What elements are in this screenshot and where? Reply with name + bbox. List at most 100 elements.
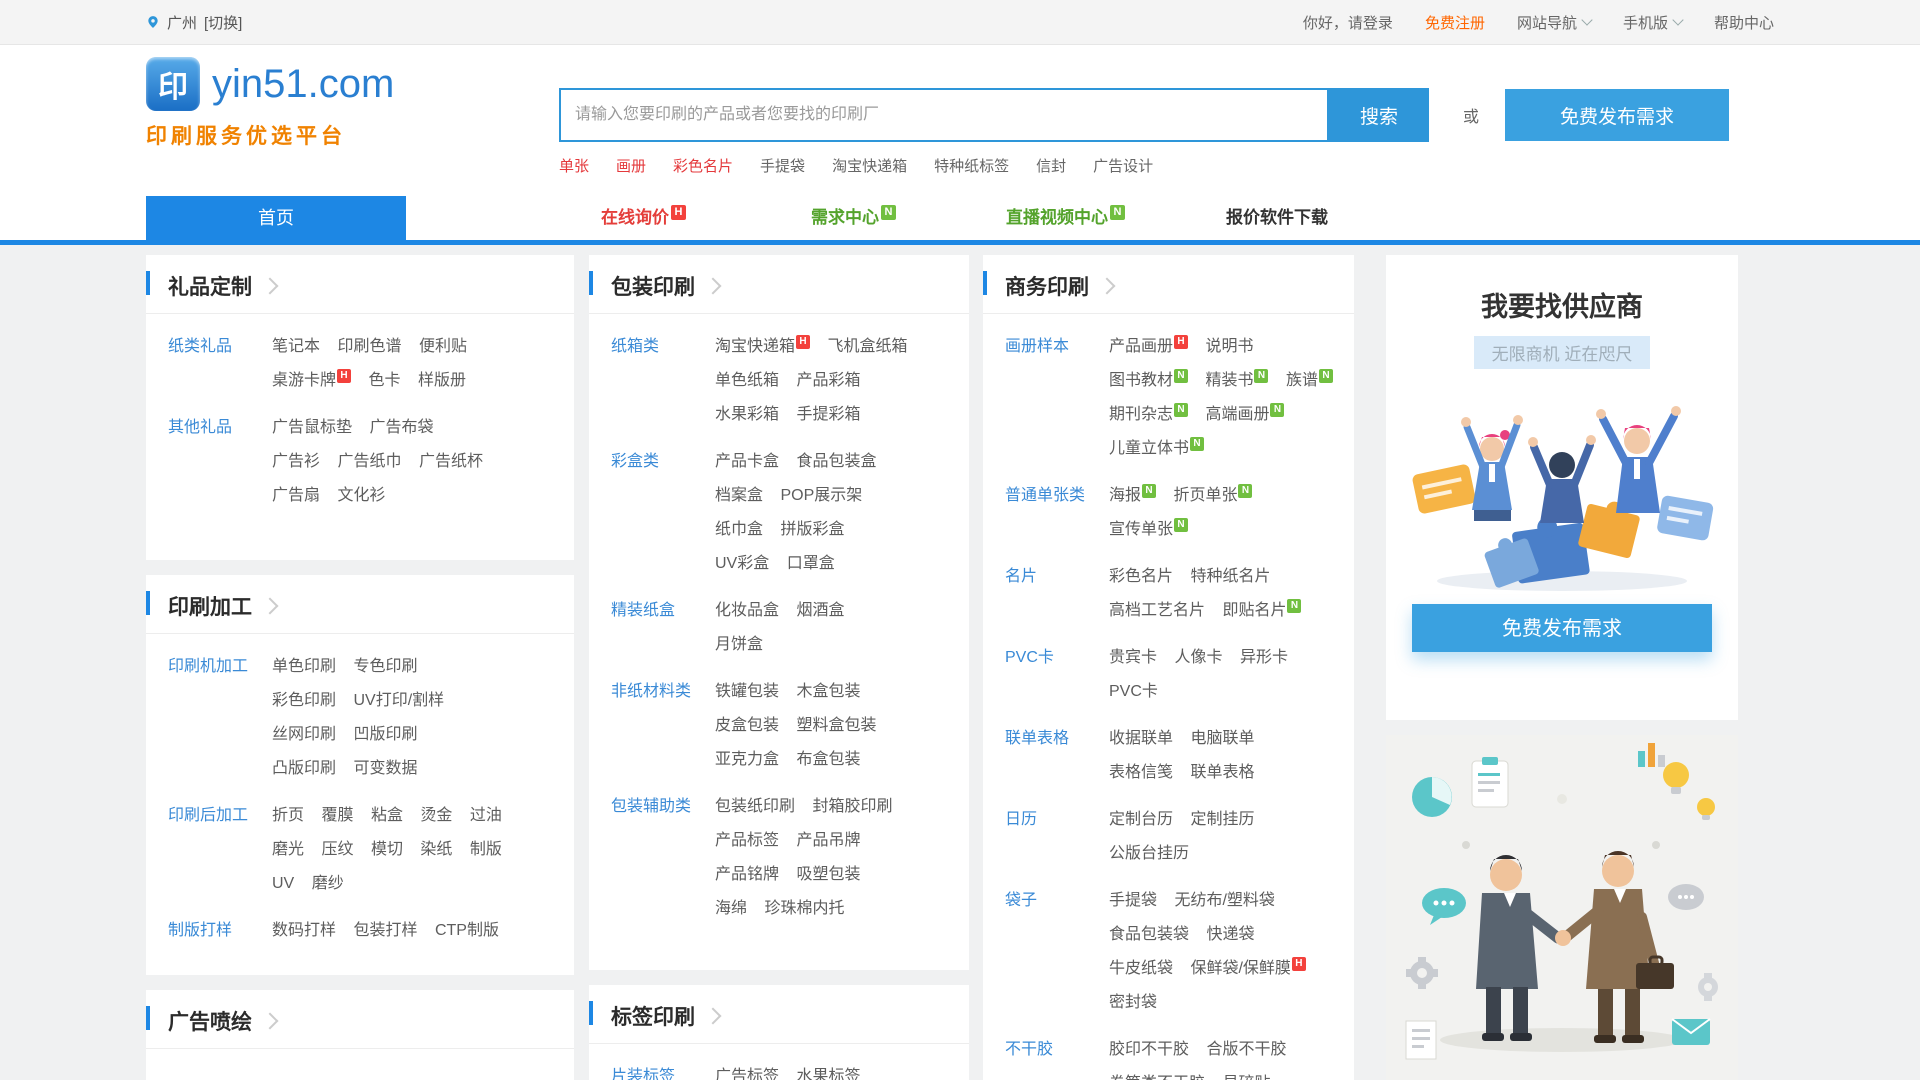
product-link[interactable]: 广告纸巾 xyxy=(337,453,401,470)
product-link[interactable]: 即贴名片N xyxy=(1222,602,1301,619)
product-link[interactable]: 折页 xyxy=(272,807,304,824)
switch-city-link[interactable]: [切换] xyxy=(204,12,242,33)
category-link[interactable]: 片装标签 xyxy=(611,1060,715,1080)
product-link[interactable]: UV打印/割样 xyxy=(353,692,444,709)
product-link[interactable]: 烫金 xyxy=(420,807,452,824)
product-link[interactable]: 宣传单张N xyxy=(1109,521,1188,538)
product-link[interactable]: 产品吊牌 xyxy=(796,832,860,849)
category-link[interactable]: 印刷后加工 xyxy=(168,799,272,901)
login-link[interactable]: 你好，请登录 xyxy=(1303,12,1393,33)
product-link[interactable]: 笔记本 xyxy=(272,338,320,355)
category-link[interactable]: 普通单张类 xyxy=(1005,479,1109,547)
product-link[interactable]: 快递袋 xyxy=(1206,926,1254,943)
product-link[interactable]: 电脑联单 xyxy=(1190,730,1254,747)
logo[interactable]: 印 yin51.com 印刷服务优选平台 xyxy=(146,57,394,150)
product-link[interactable]: 海报N xyxy=(1109,487,1156,504)
product-link[interactable]: 牛皮纸袋 xyxy=(1109,960,1173,977)
product-link[interactable]: 布盒包装 xyxy=(796,751,860,768)
product-link[interactable]: 封箱胶印刷 xyxy=(812,798,892,815)
product-link[interactable]: 水果彩箱 xyxy=(715,406,779,423)
product-link[interactable]: 印刷色谱 xyxy=(337,338,401,355)
product-link[interactable]: 便利贴 xyxy=(419,338,467,355)
category-link[interactable]: 联单表格 xyxy=(1005,722,1109,790)
product-link[interactable]: 染纸 xyxy=(420,841,452,858)
product-link[interactable]: 产品彩箱 xyxy=(796,372,860,389)
category-link[interactable]: 日历 xyxy=(1005,803,1109,871)
product-link[interactable]: 烟酒盒 xyxy=(796,602,844,619)
nav-quote-software-download[interactable]: 报价软件下载 xyxy=(1226,196,1328,240)
nav-online-quote[interactable]: 在线询价H xyxy=(601,196,686,240)
product-link[interactable]: 珍珠棉内托 xyxy=(764,900,844,917)
product-link[interactable]: 专色印刷 xyxy=(353,658,417,675)
product-link[interactable]: 水果标签 xyxy=(796,1068,860,1080)
category-link[interactable]: 包装辅助类 xyxy=(611,790,715,926)
product-link[interactable]: 吸塑包装 xyxy=(796,866,860,883)
product-link[interactable]: 彩色名片 xyxy=(1109,568,1173,585)
product-link[interactable]: 广告鼠标垫 xyxy=(272,419,352,436)
chevron-right-icon[interactable] xyxy=(705,278,722,295)
product-link[interactable]: 广告布袋 xyxy=(369,419,433,436)
product-link[interactable]: 产品画册H xyxy=(1109,338,1188,355)
product-link[interactable]: 人像卡 xyxy=(1174,649,1222,666)
product-link[interactable]: 食品包装盒 xyxy=(796,453,876,470)
product-link[interactable]: 丝网印刷 xyxy=(272,726,336,743)
publish-demand-button[interactable]: 免费发布需求 xyxy=(1412,604,1712,652)
product-link[interactable]: 月饼盒 xyxy=(715,636,763,653)
product-link[interactable]: 可变数据 xyxy=(353,760,417,777)
product-link[interactable]: 拼版彩盒 xyxy=(780,521,844,538)
product-link[interactable]: 飞机盒纸箱 xyxy=(827,338,907,355)
search-input[interactable] xyxy=(559,88,1329,142)
product-link[interactable]: 色卡 xyxy=(368,372,400,389)
category-link[interactable]: 制版打样 xyxy=(168,914,272,948)
cooperation-banner[interactable] xyxy=(1386,735,1738,1080)
product-link[interactable]: 折页单张N xyxy=(1173,487,1252,504)
product-link[interactable]: UV彩盒 xyxy=(715,555,769,572)
product-link[interactable]: POP展示架 xyxy=(780,487,862,504)
product-link[interactable]: 样版册 xyxy=(418,372,466,389)
product-link[interactable]: 广告扇 xyxy=(272,487,320,504)
product-link[interactable]: 高端画册N xyxy=(1205,406,1284,423)
product-link[interactable]: 压纹 xyxy=(321,841,353,858)
category-link[interactable]: 精装纸盒 xyxy=(611,594,715,662)
product-link[interactable]: 过油 xyxy=(470,807,502,824)
product-link[interactable]: UV xyxy=(272,875,294,892)
product-link[interactable]: 产品卡盒 xyxy=(715,453,779,470)
product-link[interactable]: 包装打样 xyxy=(353,922,417,939)
hot-keyword-link[interactable]: 彩色名片 xyxy=(673,155,733,176)
product-link[interactable]: 广告衫 xyxy=(272,453,320,470)
product-link[interactable]: 木盒包装 xyxy=(796,683,860,700)
product-link[interactable]: 纸巾盒 xyxy=(715,521,763,538)
product-link[interactable]: 化妆品盒 xyxy=(715,602,779,619)
site-nav-dropdown[interactable]: 网站导航 xyxy=(1517,12,1591,33)
product-link[interactable]: 公版台挂历 xyxy=(1109,845,1189,862)
nav-home-tab[interactable]: 首页 xyxy=(146,196,406,240)
product-link[interactable]: 合版不干胶 xyxy=(1206,1041,1286,1058)
product-link[interactable]: 模切 xyxy=(371,841,403,858)
category-link[interactable]: 印刷机加工 xyxy=(168,650,272,786)
category-link[interactable]: 袋子 xyxy=(1005,884,1109,1020)
category-link[interactable]: 彩盒类 xyxy=(611,445,715,581)
chevron-right-icon[interactable] xyxy=(262,1013,279,1030)
category-link[interactable]: 纸箱类 xyxy=(611,330,715,432)
category-link[interactable]: 纸类礼品 xyxy=(168,330,272,398)
chevron-right-icon[interactable] xyxy=(262,598,279,615)
product-link[interactable]: 联单表格 xyxy=(1190,764,1254,781)
product-link[interactable]: 单色印刷 xyxy=(272,658,336,675)
product-link[interactable]: 皮盒包装 xyxy=(715,717,779,734)
category-link[interactable]: 不干胶 xyxy=(1005,1033,1109,1080)
product-link[interactable]: 儿童立体书N xyxy=(1109,440,1204,457)
category-link[interactable]: 名片 xyxy=(1005,560,1109,628)
product-link[interactable]: 保鲜袋/保鲜膜H xyxy=(1190,960,1305,977)
search-button[interactable]: 搜索 xyxy=(1329,88,1429,142)
publish-demand-button[interactable]: 免费发布需求 xyxy=(1505,89,1729,141)
hot-keyword-link[interactable]: 画册 xyxy=(616,155,646,176)
product-link[interactable]: 图书教材N xyxy=(1109,372,1188,389)
chevron-right-icon[interactable] xyxy=(705,1008,722,1025)
product-link[interactable]: 收据联单 xyxy=(1109,730,1173,747)
product-link[interactable]: 亚克力盒 xyxy=(715,751,779,768)
product-link[interactable]: 档案盒 xyxy=(715,487,763,504)
product-link[interactable]: PVC卡 xyxy=(1109,683,1158,700)
product-link[interactable]: 表格信笺 xyxy=(1109,764,1173,781)
hot-keyword-link[interactable]: 淘宝快递箱 xyxy=(832,155,907,176)
hot-keyword-link[interactable]: 信封 xyxy=(1036,155,1066,176)
